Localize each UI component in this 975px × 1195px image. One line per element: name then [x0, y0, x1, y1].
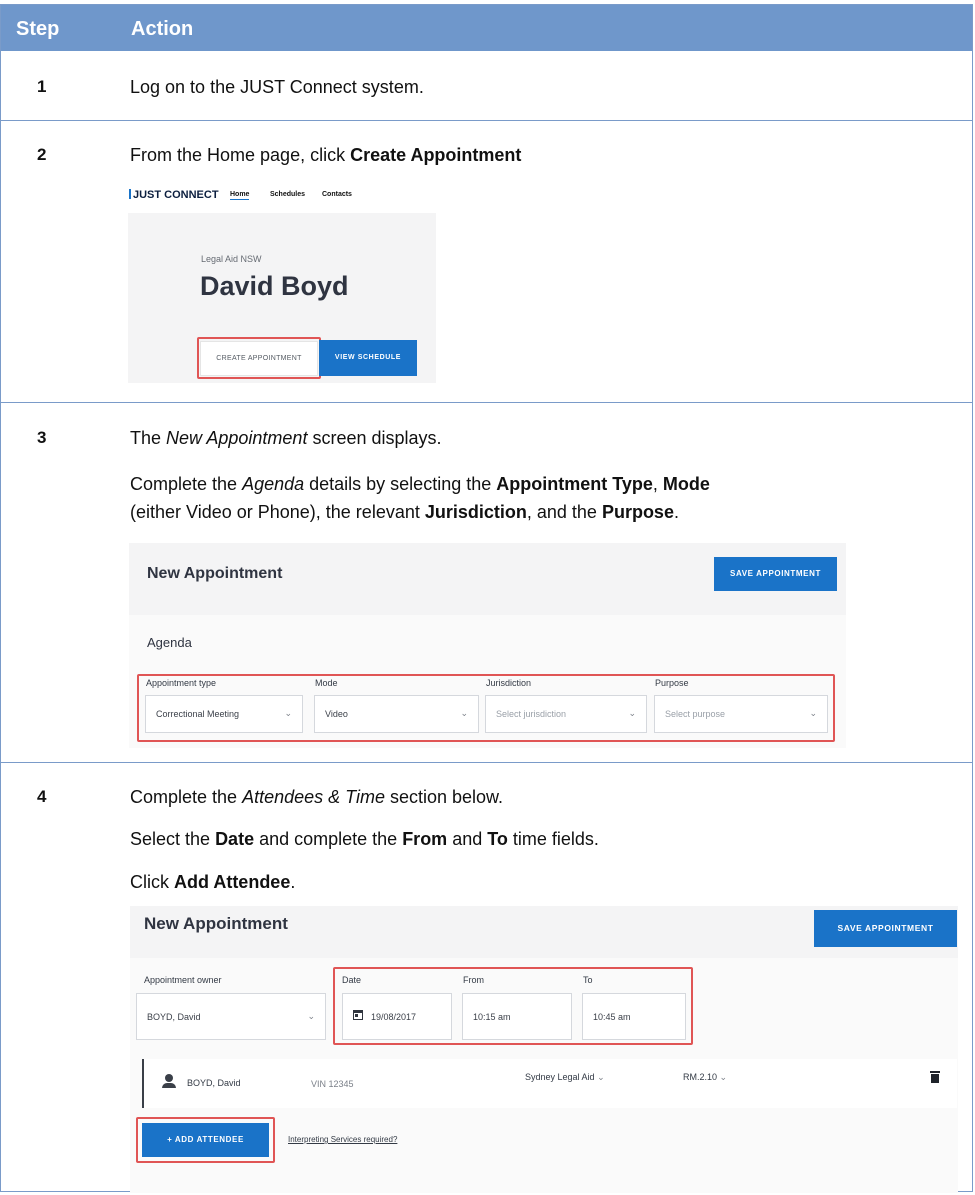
header-step: Step	[16, 18, 60, 40]
highlight-add-attendee	[136, 1117, 275, 1163]
user-name: David Boyd	[200, 271, 349, 301]
row-separator	[1, 120, 972, 121]
save-appointment-button[interactable]: SAVE APPOINTMENT	[814, 910, 957, 947]
trash-icon[interactable]	[930, 1071, 940, 1083]
attendee-vin: VIN 12345	[311, 1079, 354, 1089]
agenda-section-title: Agenda	[147, 635, 192, 650]
attendee-location-select[interactable]: Sydney Legal Aid ⌄	[525, 1072, 605, 1083]
appointment-owner-label: Appointment owner	[144, 975, 222, 985]
highlight-agenda-fields	[137, 674, 835, 742]
home-panel: Legal Aid NSW David Boyd CREATE APPOINTM…	[128, 213, 436, 383]
nav-schedules[interactable]: Schedules	[270, 191, 305, 198]
home-screenshot: JUST CONNECT Home Schedules Contacts Leg…	[128, 177, 436, 383]
step-3-paragraph: Complete the Agenda details by selecting…	[130, 474, 710, 522]
step-4-line-1: Complete the Attendees & Time section be…	[130, 787, 504, 807]
attendees-page-title: New Appointment	[144, 914, 288, 933]
chevron-down-icon: ⌄	[307, 1010, 315, 1021]
step-4-line-2: Select the Date and complete the From an…	[130, 829, 599, 849]
step-2-text: From the Home page, click Create Appoint…	[130, 145, 522, 165]
agenda-screenshot: New Appointment SAVE APPOINTMENT Agenda …	[129, 543, 846, 748]
row-separator	[1, 762, 972, 763]
step-4-number: 4	[37, 787, 47, 806]
nav-home[interactable]: Home	[230, 191, 250, 200]
step-3-number: 3	[37, 428, 47, 447]
step-4-line-3: Click Add Attendee.	[130, 872, 296, 892]
logo: JUST CONNECT	[129, 189, 219, 201]
org-name: Legal Aid NSW	[201, 254, 262, 264]
highlight-time-fields	[333, 967, 693, 1045]
chevron-down-icon: ⌄	[597, 1072, 605, 1082]
attendee-name: BOYD, David	[187, 1078, 241, 1088]
step-1-text: Log on to the JUST Connect system.	[130, 77, 424, 97]
attendees-screenshot: New Appointment SAVE APPOINTMENT Appoint…	[130, 906, 958, 1193]
agenda-page-title: New Appointment	[147, 565, 283, 582]
save-appointment-button[interactable]: SAVE APPOINTMENT	[714, 557, 837, 591]
person-icon	[162, 1074, 176, 1088]
attendee-row: BOYD, David VIN 12345 Sydney Legal Aid ⌄…	[142, 1059, 957, 1108]
step-2-number: 2	[37, 145, 47, 164]
step-3-line-1: The New Appointment screen displays.	[130, 428, 442, 448]
step-1-number: 1	[37, 77, 47, 96]
attendee-room-select[interactable]: RM.2.10 ⌄	[683, 1072, 727, 1083]
appointment-owner-select[interactable]: BOYD, David ⌄	[136, 993, 326, 1040]
header-action: Action	[131, 18, 194, 40]
highlight-create-appointment	[197, 337, 321, 379]
steps-table: Step Action 1 Log on to the JUST Connect…	[0, 4, 973, 1193]
interpreting-services-link[interactable]: Interpreting Services required?	[288, 1135, 397, 1144]
chevron-down-icon: ⌄	[719, 1072, 728, 1082]
table-header: Step Action	[1, 5, 972, 51]
time-card: Appointment owner BOYD, David ⌄ Date 19/…	[130, 958, 958, 1193]
row-separator	[1, 402, 972, 403]
agenda-card: Agenda Appointment type Correctional Mee…	[129, 615, 846, 748]
view-schedule-button[interactable]: VIEW SCHEDULE	[319, 340, 417, 376]
work-instruction-document: Step Action 1 Log on to the JUST Connect…	[0, 0, 975, 1195]
nav-contacts[interactable]: Contacts	[322, 191, 352, 198]
